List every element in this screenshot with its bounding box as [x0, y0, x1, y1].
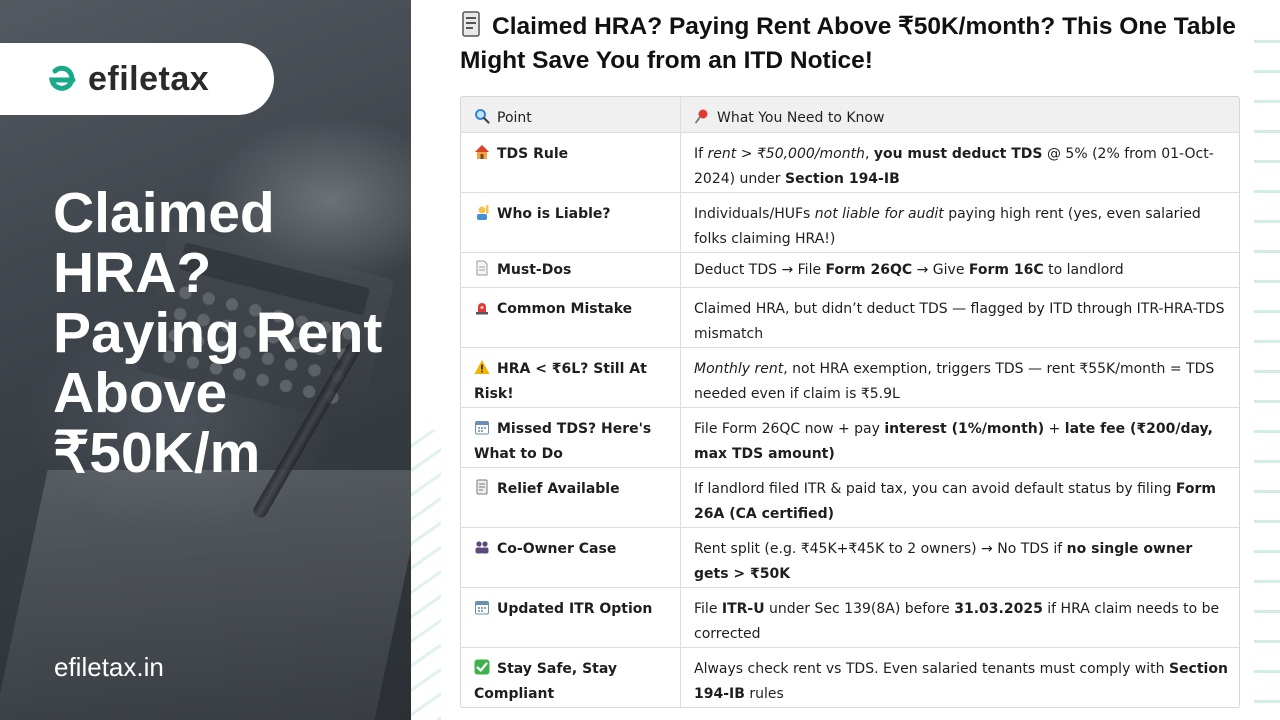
alarm-light-icon — [474, 299, 490, 315]
pushpin-icon — [694, 108, 710, 124]
house-icon — [474, 144, 490, 160]
page-title: Claimed HRA? Paying Rent Above ₹50K/mont… — [460, 10, 1250, 78]
person-raising-hand-icon — [474, 204, 490, 220]
table-row: Stay Safe, Stay Compliant Always check r… — [461, 647, 1239, 707]
calendar-icon — [474, 419, 490, 435]
header-what-to-know: What You Need to Know — [681, 97, 1239, 132]
table-row: Must-Dos Deduct TDS → File Form 26QC → G… — [461, 252, 1239, 287]
decorative-stripes — [411, 430, 441, 720]
table-header-row: Point What You Need to Know — [461, 97, 1239, 132]
table-row: Who is Liable? Individuals/HUFs not liab… — [461, 192, 1239, 252]
table-row: HRA < ₹6L? Still At Risk! Monthly rent, … — [461, 347, 1239, 407]
website-url[interactable]: efiletax.in — [54, 652, 164, 683]
banner-headline: Claimed HRA? Paying Rent Above ₹50K/m — [53, 181, 383, 485]
brand-name: efiletax — [88, 59, 210, 98]
table-row: Missed TDS? Here's What to Do File Form … — [461, 407, 1239, 467]
decorative-dashes — [1254, 40, 1280, 720]
warning-icon — [474, 359, 490, 375]
table-row: Updated ITR Option File ITR-U under Sec … — [461, 587, 1239, 647]
receipt-icon — [474, 479, 490, 495]
brand-logo[interactable]: efiletax — [0, 43, 274, 115]
table-row: Relief Available If landlord filed ITR &… — [461, 467, 1239, 527]
table-row: TDS Rule If rent > ₹50,000/month, you mu… — [461, 132, 1239, 192]
receipt-icon — [462, 11, 480, 37]
hra-tds-table: Point What You Need to Know TDS Rule If … — [460, 96, 1240, 708]
header-point: Point — [461, 97, 681, 132]
calendar-icon — [474, 599, 490, 615]
left-banner: efiletax Claimed HRA? Paying Rent Above … — [0, 0, 411, 720]
people-icon — [474, 539, 490, 555]
table-row: Common Mistake Claimed HRA, but didn’t d… — [461, 287, 1239, 347]
magnifier-icon — [474, 108, 490, 124]
document-icon — [474, 260, 490, 276]
efiletax-logo-icon — [49, 65, 76, 91]
page-title-text: Claimed HRA? Paying Rent Above ₹50K/mont… — [460, 13, 1236, 74]
table-row: Co-Owner Case Rent split (e.g. ₹45K+₹45K… — [461, 527, 1239, 587]
check-mark-icon — [474, 659, 490, 675]
